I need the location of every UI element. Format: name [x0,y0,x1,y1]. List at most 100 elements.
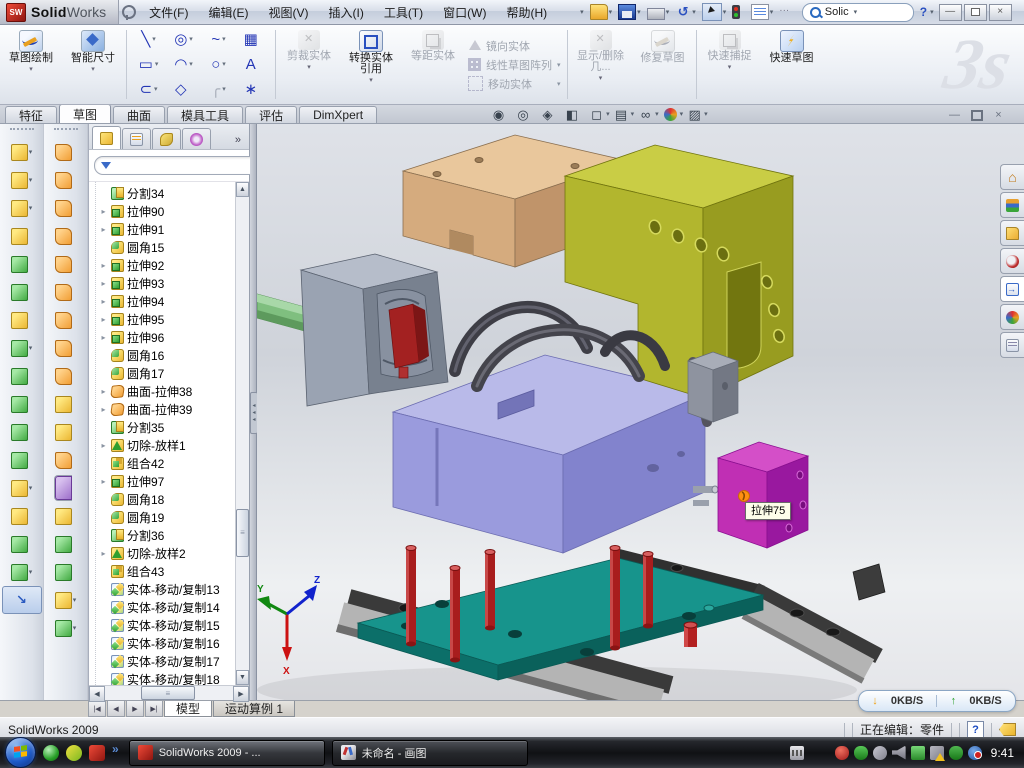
tray-icon[interactable] [892,746,906,760]
tree-item[interactable]: ▸ 组合43 [99,562,235,580]
tree-item[interactable]: ▸ 实体-移动/复制14 [99,598,235,616]
toolbar-button[interactable]: ▾ [590,4,614,20]
tree-item[interactable]: ▸ 实体-移动/复制18 [99,670,235,685]
document-tab[interactable]: 模型 [164,701,212,717]
sketch-entity-button[interactable]: ○ ▾ [201,52,236,77]
surface-tool-button[interactable]: ▾ [47,418,85,446]
tray-icon[interactable] [835,746,849,760]
surface-tool-button[interactable]: ▾ [47,334,85,362]
dropdown-arrow-icon[interactable]: ▾ [722,8,728,16]
tree-item[interactable]: ▸ 拉伸94 [99,292,235,310]
pin-icon[interactable] [122,5,136,19]
feature-tool-button[interactable]: ▾ [3,194,41,222]
scroll-up-icon[interactable]: ▲ [236,182,249,197]
smart-dimension-button[interactable]: 智能尺寸 [62,25,124,104]
surface-tool-button[interactable]: ▾ [47,586,85,614]
task-pane-tab[interactable] [1000,192,1024,218]
dropdown-arrow-icon[interactable]: ▾ [636,8,642,16]
feature-tool-button[interactable]: ▾ [3,390,41,418]
dropdown-arrow-icon[interactable]: ▾ [73,624,77,632]
dropdown-arrow-icon[interactable]: ▾ [680,106,684,123]
expand-arrow-icon[interactable]: ▸ [99,441,108,450]
dropdown-arrow-icon[interactable]: ▾ [189,57,193,72]
expand-arrow-icon[interactable]: ▸ [99,225,108,234]
expand-arrow-icon[interactable]: ▸ [99,333,108,342]
doc-minimize-button[interactable]: — [946,109,963,122]
tree-item[interactable]: ▸ 圆角19 [99,508,235,526]
doc-nav-button[interactable]: |◀ [88,701,106,717]
panel-tab[interactable] [152,128,181,149]
network-speed-widget[interactable]: ↓ 0KB/S ↑ 0KB/S [858,690,1016,712]
document-tab[interactable]: 运动算例 1 [213,701,295,717]
view-tool-button[interactable]: ▨ ▾ [686,106,708,123]
view-tool-button[interactable]: ▾ [662,106,684,123]
dropdown-arrow-icon[interactable]: ▾ [222,57,226,72]
search-box[interactable]: Solic ▾ [802,3,914,22]
tree-item[interactable]: ▸ 分割35 [99,418,235,436]
quick-snaps-button[interactable]: 快速捕捉 [699,25,761,104]
sketch-button[interactable]: 草图绘制 [0,25,62,104]
expand-arrow-icon[interactable]: ▸ [99,405,108,414]
sketch-entity-button[interactable]: A ▾ [236,52,271,77]
part-clamp-plate[interactable] [565,145,793,398]
view-tool-button[interactable]: ◧ ▾ [564,106,586,123]
tray-icon[interactable] [930,746,944,760]
tree-item[interactable]: ▸ 实体-移动/复制16 [99,634,235,652]
toolbar-button[interactable]: ▾ [647,5,671,20]
dropdown-arrow-icon[interactable]: ▾ [73,596,77,604]
sketch-entity-button[interactable]: ∗ ▾ [236,77,271,102]
doc-nav-button[interactable]: ◀ [107,701,125,717]
surface-tool-button[interactable]: ▾ [47,278,85,306]
surface-tool-button[interactable]: ▾ [47,166,85,194]
dropdown-arrow-icon[interactable]: ▾ [631,106,635,123]
taskbar-task-button[interactable]: 未命名 - 画图 [332,740,528,766]
close-button[interactable]: × [989,4,1012,21]
tray-icon[interactable] [854,746,868,760]
convert-entities-button[interactable]: 转换实体引用 [340,25,402,104]
repair-sketch-button[interactable]: 修复草图 [632,25,694,104]
toolbar-button[interactable]: ▾ [732,5,746,19]
menu-item[interactable]: 编辑(E) [198,4,258,21]
dropdown-arrow-icon[interactable]: ▾ [29,204,33,212]
horizontal-scrollbar[interactable]: ◀ ≡ ▶ [89,685,249,700]
feature-tool-button[interactable]: ▾ [3,418,41,446]
dropdown-arrow-icon[interactable]: ▾ [557,80,561,88]
tree-item[interactable]: ▸ 实体-移动/复制13 [99,580,235,598]
feature-tool-button[interactable]: ▾ [3,446,41,474]
restore-button[interactable] [964,4,987,21]
tray-icon[interactable] [790,746,804,760]
panel-tab[interactable] [92,126,121,149]
mirror-entities-button[interactable]: 镜向实体 [468,38,561,54]
taskbar-task-button[interactable]: SolidWorks 2009 - ... [129,740,325,766]
surface-tool-button[interactable]: ▾ [47,530,85,558]
feature-tool-button[interactable]: ▾ [3,334,41,362]
sketch-entity-button[interactable]: ◎ ▾ [166,27,201,52]
dropdown-arrow-icon[interactable]: ▾ [691,8,697,16]
sketch-entity-button[interactable]: ~ ▾ [201,27,236,52]
dropdown-arrow-icon[interactable]: ▾ [155,57,159,72]
dropdown-arrow-icon[interactable]: ▾ [665,8,671,16]
sketch-entity-button[interactable]: ◇ ▾ [166,77,201,102]
tree-item[interactable]: ▸ 拉伸97 [99,472,235,490]
tree-item[interactable]: ▸ 切除-放样1 [99,436,235,454]
scrollbar-thumb[interactable]: ≡ [236,509,249,557]
quick-tips-button[interactable]: ? [967,721,984,738]
tag-icon[interactable] [999,723,1016,736]
task-pane-tab[interactable] [1000,304,1024,330]
surface-tool-button[interactable]: ▾ [47,362,85,390]
surface-tool-button[interactable]: ▾ [47,222,85,250]
dropdown-arrow-icon[interactable]: ▾ [769,8,775,16]
toolbar-button[interactable]: ▾ [702,3,728,21]
sketch-entity-button[interactable]: ⊂ ▾ [131,77,166,102]
tree-item[interactable]: ▸ 拉伸93 [99,274,235,292]
tray-icon[interactable] [949,746,963,760]
display-delete-relations-button[interactable]: 显示/删除几... [570,25,632,104]
graphics-area[interactable]: X Y Z 拉伸75 ⌂ [257,124,1024,700]
sketch-entity-button[interactable]: ▦ ▾ [236,27,271,52]
surface-tool-button[interactable]: ▾ [47,250,85,278]
tree-item[interactable]: ▸ 拉伸92 [99,256,235,274]
dropdown-arrow-icon[interactable]: ▾ [222,32,226,47]
tray-icon[interactable] [911,746,925,760]
scrollbar-thumb[interactable]: ≡ [141,686,195,700]
view-tool-button[interactable]: ▤ ▾ [613,106,635,123]
